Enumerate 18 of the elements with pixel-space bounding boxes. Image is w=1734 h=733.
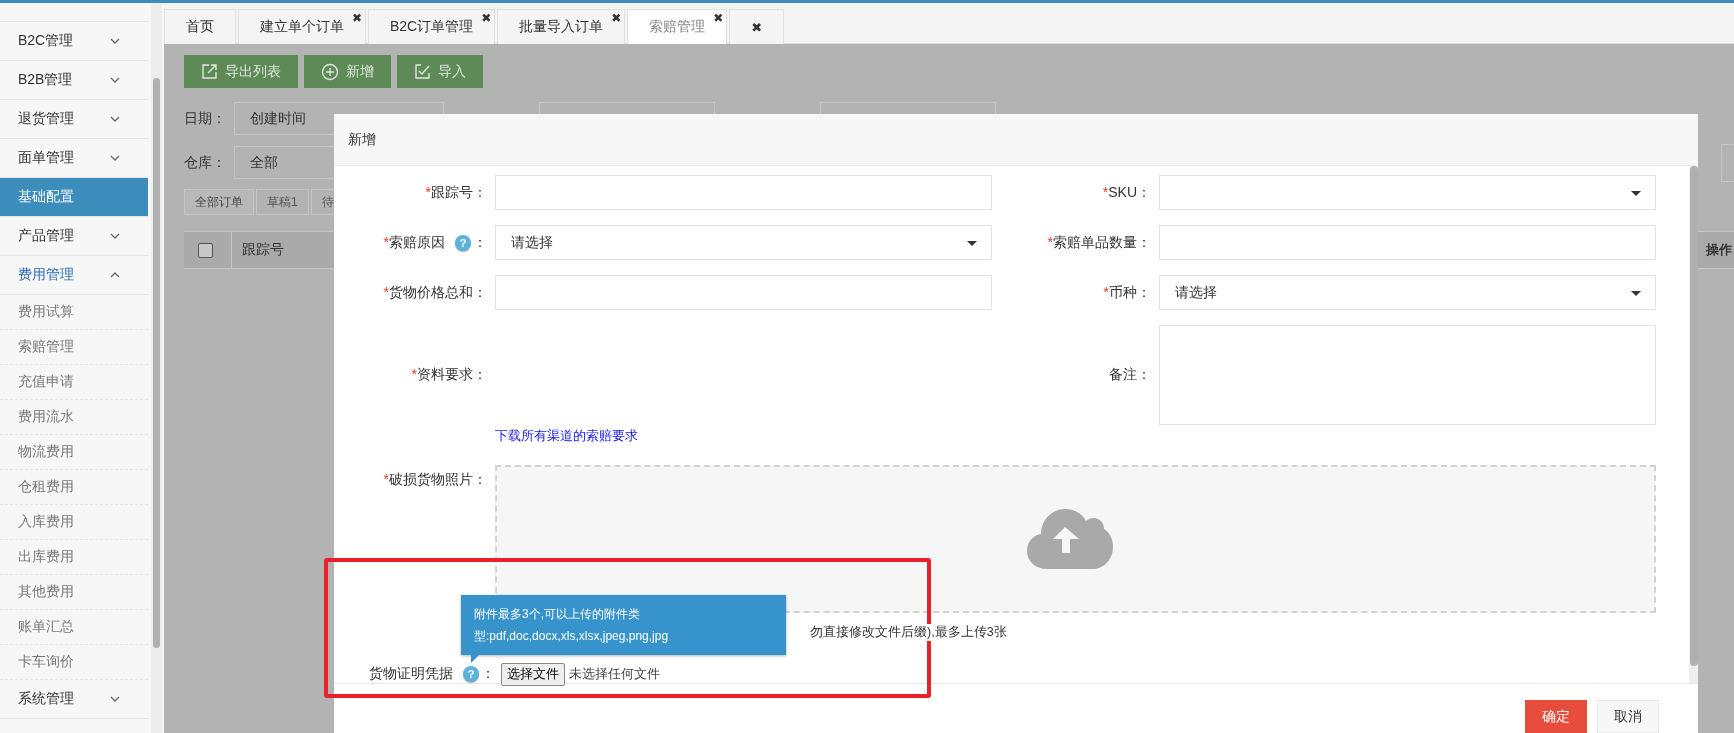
filter-label: 日期： [184, 109, 227, 128]
filter-label: 仓库： [184, 153, 227, 172]
field-label: *索赔单品数量： [1047, 233, 1151, 252]
dialog-title: 新增 [348, 130, 376, 149]
field-label: 备注： [1109, 366, 1151, 384]
label-colon: ： [481, 665, 495, 683]
field-label: *货物价格总和： [383, 283, 487, 302]
label-colon: ： [473, 233, 487, 252]
field-label: 货物证明凭据 [368, 665, 453, 683]
field-label: *索赔原因 [383, 233, 445, 252]
field-label: *SKU： [1102, 183, 1151, 202]
field-label: *破损货物照片： [383, 471, 487, 489]
upload-hint: 勿直接修改文件后缀),最多上传3张 [810, 623, 1007, 641]
field-label: *币种： [1103, 283, 1151, 302]
field-label: *资料要求： [411, 366, 487, 384]
field-label: *跟踪号： [425, 183, 487, 202]
file-status: 未选择任何文件 [569, 665, 660, 683]
column-header: 跟踪号 [231, 232, 284, 268]
